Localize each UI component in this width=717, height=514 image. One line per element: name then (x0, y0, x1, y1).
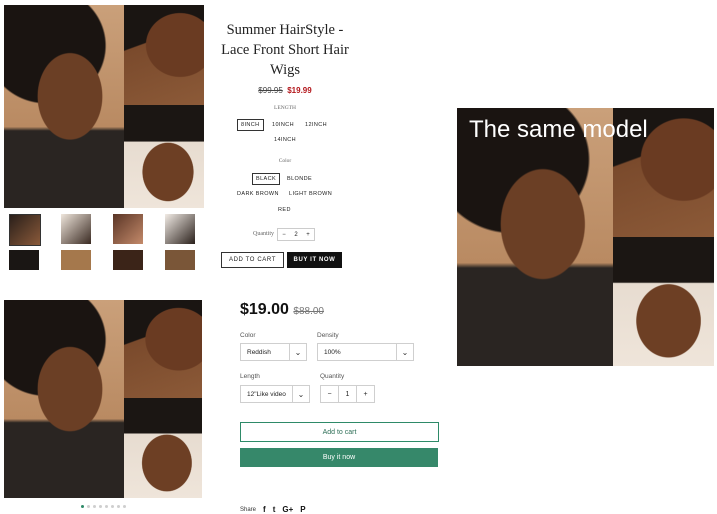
length-label: LENGTH (274, 105, 296, 111)
length-option-10inch[interactable]: 10INCH (269, 120, 297, 130)
color-option-dark-brown[interactable]: DARK BROWN (234, 189, 282, 199)
qty-minus-button[interactable]: − (278, 232, 290, 238)
chevron-down-icon: ⌄ (396, 344, 413, 360)
swatch-thumb-3[interactable] (113, 250, 143, 270)
bottom-add-to-cart-button[interactable]: Add to cart (240, 422, 439, 442)
top-detail-photo-side (124, 105, 204, 208)
top-price-row: $99.95 $19.99 (215, 80, 355, 98)
density-select[interactable]: 100% ⌄ (317, 343, 414, 361)
thumbnail-3[interactable] (113, 214, 143, 244)
swatch-thumb-1[interactable] (9, 250, 39, 270)
color-option-black[interactable]: BLACK (252, 173, 281, 185)
qty-value[interactable]: 1 (338, 386, 357, 402)
price-new: $19.99 (287, 86, 312, 95)
add-to-cart-button[interactable]: ADD TO CART (221, 252, 284, 268)
carousel-dot[interactable] (93, 505, 96, 508)
chevron-down-icon: ⌄ (292, 386, 309, 402)
top-detail-photo-hairline (124, 5, 204, 105)
carousel-dot[interactable] (117, 505, 120, 508)
carousel-dot[interactable] (123, 505, 126, 508)
length-option-14inch[interactable]: 14INCH (271, 135, 299, 145)
bottom-detail-photo-hairline (124, 300, 202, 398)
bottom-quantity-label: Quantity (320, 373, 345, 380)
thumbnail-1[interactable] (9, 214, 41, 246)
carousel-dot[interactable] (111, 505, 114, 508)
swatch-thumb-4[interactable] (165, 250, 195, 270)
color-select-value: Reddish (247, 348, 271, 356)
qty-plus-button[interactable]: + (357, 391, 374, 398)
color-option-light-brown[interactable]: LIGHT BROWN (286, 189, 335, 199)
length-select-value: 12"Like video (247, 390, 286, 398)
length-option-12inch[interactable]: 12INCH (302, 120, 330, 130)
color-option-blonde[interactable]: BLONDE (284, 174, 315, 184)
qty-plus-button[interactable]: + (302, 232, 314, 238)
pinterest-icon[interactable]: P (300, 505, 305, 514)
qty-value[interactable]: 2 (290, 232, 302, 238)
price-old: $99.95 (258, 86, 283, 95)
bottom-price-row: $19.00 $88.00 (240, 301, 324, 319)
color-option-red[interactable]: RED (275, 205, 294, 215)
color-select[interactable]: Reddish ⌄ (240, 343, 307, 361)
density-label: Density (317, 332, 339, 339)
carousel-dot[interactable] (87, 505, 90, 508)
thumbnail-4[interactable] (165, 214, 195, 244)
bottom-buy-it-now-button[interactable]: Buy it now (240, 448, 438, 467)
carousel-dot[interactable] (105, 505, 108, 508)
comparison-caption: The same model (469, 116, 648, 143)
google-plus-icon[interactable]: G+ (282, 505, 293, 514)
top-main-photo (4, 5, 124, 208)
bottom-price-old: $88.00 (293, 306, 324, 317)
length-option-8inch[interactable]: 8INCH (237, 119, 264, 131)
swatch-thumb-2[interactable] (61, 250, 91, 270)
thumbnail-2[interactable] (61, 214, 91, 244)
chevron-down-icon: ⌄ (289, 344, 306, 360)
share-row: Share f t G+ P (240, 505, 306, 514)
bottom-color-label: Color (240, 332, 256, 339)
density-select-value: 100% (324, 348, 341, 356)
top-quantity-stepper[interactable]: − 2 + (277, 228, 315, 241)
carousel-dot[interactable] (81, 505, 84, 508)
twitter-icon[interactable]: t (273, 505, 276, 514)
length-select[interactable]: 12"Like video ⌄ (240, 385, 310, 403)
share-label: Share (240, 506, 257, 513)
product-title: Summer HairStyle - Lace Front Short Hair… (221, 22, 349, 78)
comparison-main-photo (457, 108, 613, 366)
quantity-label: Quantity (253, 231, 274, 237)
carousel-dots[interactable] (81, 505, 126, 508)
bottom-length-label: Length (240, 373, 260, 380)
qty-minus-button[interactable]: − (321, 391, 338, 398)
facebook-icon[interactable]: f (263, 505, 266, 514)
bottom-detail-photo-side (124, 398, 202, 498)
bottom-main-photo (4, 300, 124, 498)
buy-it-now-button[interactable]: BUY IT NOW (287, 252, 342, 268)
carousel-dot[interactable] (99, 505, 102, 508)
color-label: Color (278, 158, 292, 164)
bottom-price: $19.00 (240, 301, 289, 318)
comparison-detail-photo-side (613, 237, 714, 366)
bottom-quantity-stepper[interactable]: − 1 + (320, 385, 375, 403)
